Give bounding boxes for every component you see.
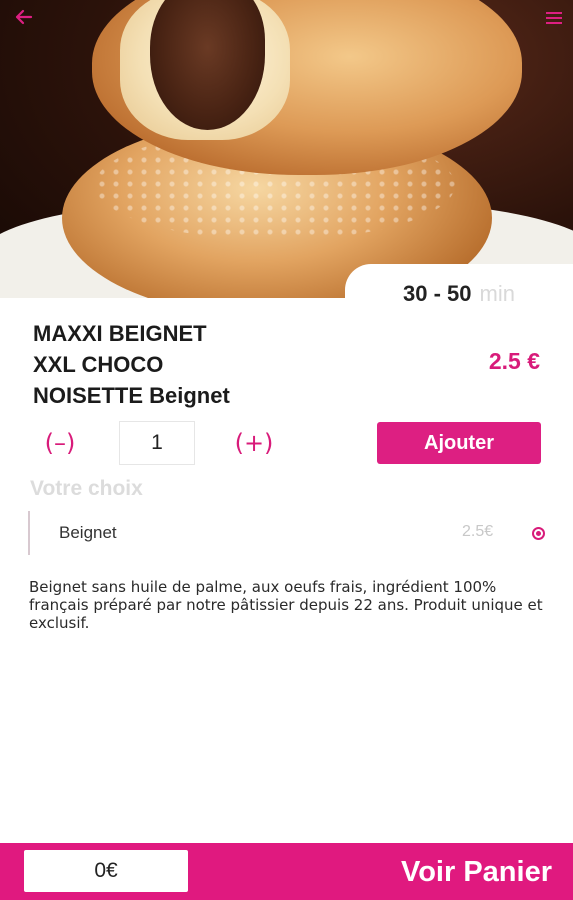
choice-heading: Votre choix: [30, 477, 143, 500]
product-title: MAXXI BEIGNET XXL CHOCO NOISETTE Beignet: [33, 318, 333, 411]
product-image: [0, 0, 573, 298]
quantity-increase-button[interactable]: (+): [233, 424, 275, 462]
view-cart-button[interactable]: Voir Panier: [340, 852, 552, 892]
product-price: 2.5 €: [488, 348, 540, 374]
hamburger-menu-icon[interactable]: [546, 10, 562, 24]
product-title-line: NOISETTE Beignet: [33, 383, 230, 408]
radio-selected-icon[interactable]: [532, 527, 545, 540]
product-title-line: XXL CHOCO: [33, 352, 164, 377]
delivery-time-tab: 30 - 50 min: [345, 264, 573, 324]
choice-option[interactable]: Beignet 2.5€: [28, 511, 553, 555]
cart-total: 0€: [24, 850, 188, 892]
quantity-field[interactable]: 1: [119, 421, 195, 465]
cart-footer: 0€ Voir Panier: [0, 843, 573, 900]
add-to-cart-button[interactable]: Ajouter: [377, 422, 541, 464]
quantity-decrease-button[interactable]: (–): [39, 424, 81, 462]
arrow-left-icon[interactable]: [14, 8, 34, 26]
delivery-time-unit: min: [479, 281, 515, 306]
choice-option-name: Beignet: [59, 523, 117, 542]
delivery-time-range: 30 - 50: [403, 281, 472, 306]
product-title-line: MAXXI BEIGNET: [33, 321, 207, 346]
choice-option-price: 2.5€: [462, 523, 494, 540]
product-description: Beignet sans huile de palme, aux oeufs f…: [29, 578, 543, 632]
